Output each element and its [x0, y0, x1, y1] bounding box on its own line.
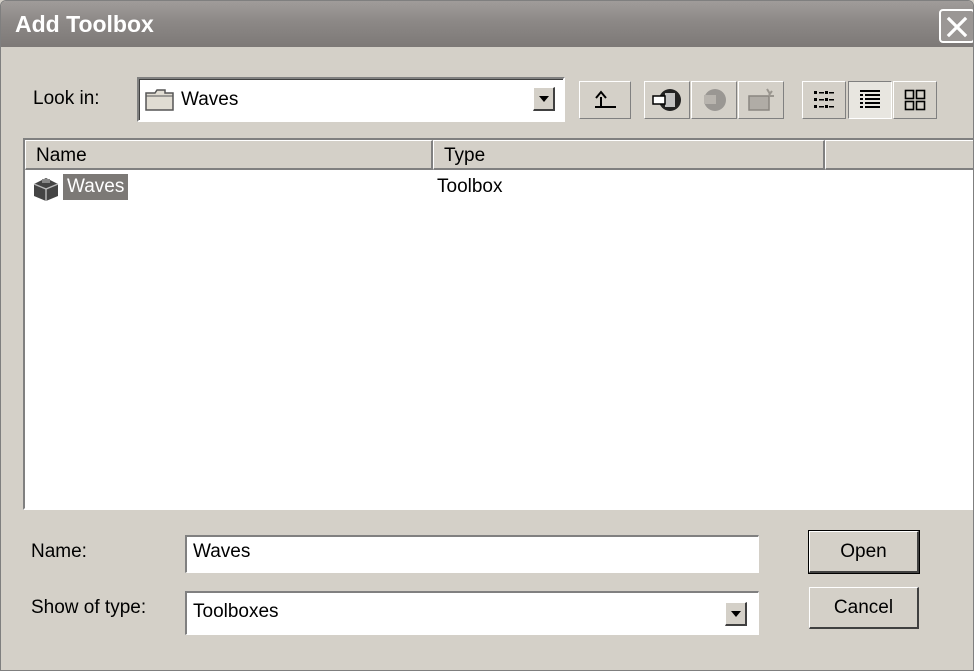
name-field-value: Waves	[193, 541, 251, 562]
list-item-name[interactable]: Waves	[63, 174, 129, 200]
thumbnails-view-icon	[904, 89, 926, 111]
show-of-type-label: Show of type:	[31, 597, 147, 618]
look-in-dropdown-button[interactable]	[533, 87, 555, 111]
chevron-down-icon	[731, 611, 741, 617]
up-one-level-button[interactable]	[579, 81, 631, 119]
thumbnails-view-button[interactable]	[893, 81, 937, 119]
list-view-icon	[814, 91, 834, 108]
title-bar[interactable]: Add Toolbox	[1, 1, 973, 47]
show-of-type-dropdown-button[interactable]	[725, 602, 747, 626]
add-toolbox-dialog: Add Toolbox Look in: Waves Name Type Wav…	[0, 0, 974, 671]
disconnect-folder-button[interactable]	[691, 81, 737, 119]
close-icon	[946, 16, 968, 38]
connect-folder-icon	[652, 89, 681, 111]
look-in-combo[interactable]: Waves	[137, 77, 565, 122]
column-header-blank[interactable]	[825, 140, 973, 170]
disconnect-folder-icon	[704, 89, 726, 111]
toolbox-icon	[33, 178, 59, 201]
details-view-icon	[860, 90, 880, 108]
details-view-button[interactable]	[848, 81, 892, 119]
look-in-value: Waves	[181, 89, 239, 110]
cancel-button[interactable]: Cancel	[809, 587, 919, 629]
column-header-type[interactable]: Type	[433, 140, 825, 170]
folder-icon	[145, 89, 174, 111]
name-field[interactable]: Waves	[185, 535, 759, 573]
open-button[interactable]: Open	[808, 530, 920, 574]
new-toolbox-button[interactable]	[738, 81, 784, 119]
new-toolbox-icon	[748, 88, 774, 111]
connect-folder-button[interactable]	[644, 81, 690, 119]
name-label: Name:	[31, 541, 87, 562]
column-header-name[interactable]: Name	[25, 140, 433, 170]
show-of-type-value: Toolboxes	[193, 601, 279, 622]
look-in-label: Look in:	[33, 88, 100, 109]
list-view-button[interactable]	[802, 81, 846, 119]
window-title: Add Toolbox	[15, 11, 154, 37]
up-one-level-icon	[595, 90, 616, 108]
close-button[interactable]	[939, 9, 973, 43]
show-of-type-combo[interactable]: Toolboxes	[185, 591, 759, 635]
file-list[interactable]: Name Type Waves Toolbox	[23, 138, 973, 510]
list-item-type: Toolbox	[437, 176, 503, 197]
chevron-down-icon	[539, 96, 549, 102]
